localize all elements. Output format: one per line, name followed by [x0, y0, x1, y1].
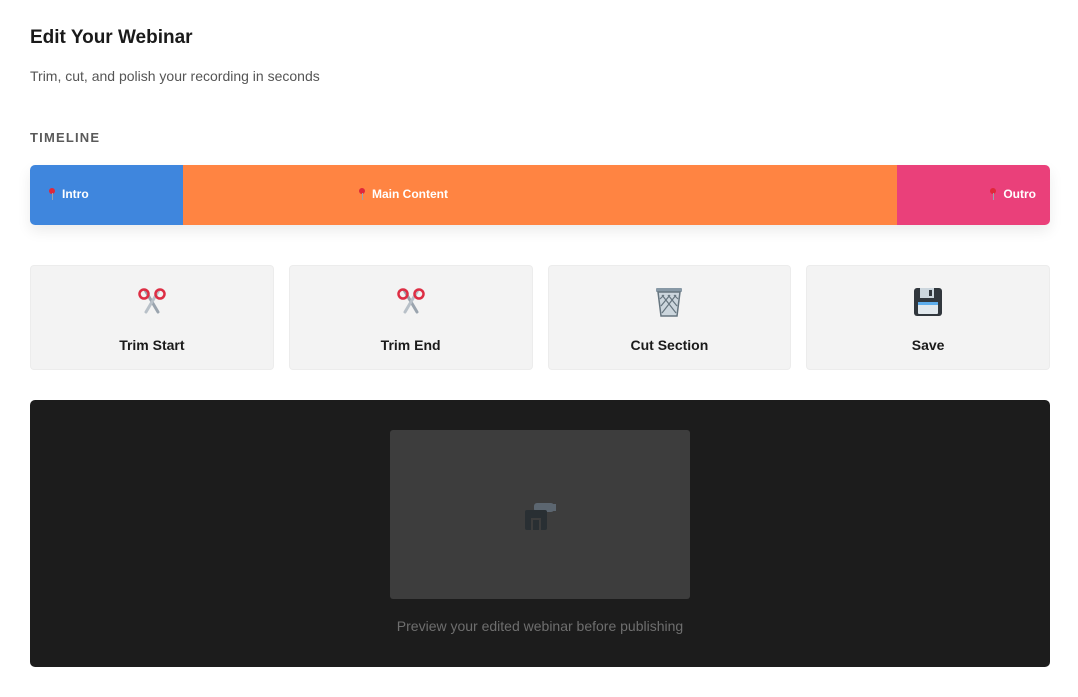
timeline-label: TIMELINE: [30, 130, 101, 145]
tool-label: Trim End: [380, 337, 441, 353]
trim-start-button[interactable]: Trim Start: [30, 265, 274, 370]
pushpin-icon: [48, 188, 56, 200]
preview-caption: Preview your edited webinar before publi…: [396, 618, 684, 634]
save-button[interactable]: Save: [806, 265, 1050, 370]
floppy-disk-icon: [914, 288, 943, 316]
page-subtitle: Trim, cut, and polish your recording in …: [30, 68, 320, 84]
timeline-segment-label: Intro: [62, 187, 89, 201]
scissors-icon: [396, 288, 425, 314]
timeline-bar: Intro Main Content Outro: [30, 165, 1050, 225]
tool-label: Trim Start: [119, 337, 185, 353]
pushpin-icon: [989, 188, 997, 200]
timeline-segment-label: Outro: [1003, 187, 1036, 201]
cut-section-button[interactable]: Cut Section: [547, 265, 792, 370]
timeline-segment-label: Main Content: [372, 187, 448, 201]
pushpin-icon: [358, 188, 366, 200]
timeline-segment-intro[interactable]: Intro: [30, 165, 183, 225]
webinar-editor: Edit Your Webinar Trim, cut, and polish …: [0, 0, 1078, 697]
tool-label: Save: [911, 337, 945, 353]
wastebasket-icon: [656, 288, 683, 317]
video-preview-screen[interactable]: [390, 430, 690, 599]
edit-toolbar: Trim Start Trim End Cut Section Save: [30, 265, 1050, 370]
timeline-segment-main-content[interactable]: Main Content: [183, 165, 897, 225]
timeline-segment-outro[interactable]: Outro: [897, 165, 1050, 225]
video-preview-panel: Preview your edited webinar before publi…: [30, 400, 1050, 667]
scissors-icon: [138, 288, 166, 314]
trim-end-button[interactable]: Trim End: [288, 265, 533, 370]
video-camera-icon: [525, 503, 556, 530]
page-title: Edit Your Webinar: [30, 27, 193, 48]
tool-label: Cut Section: [630, 337, 709, 353]
